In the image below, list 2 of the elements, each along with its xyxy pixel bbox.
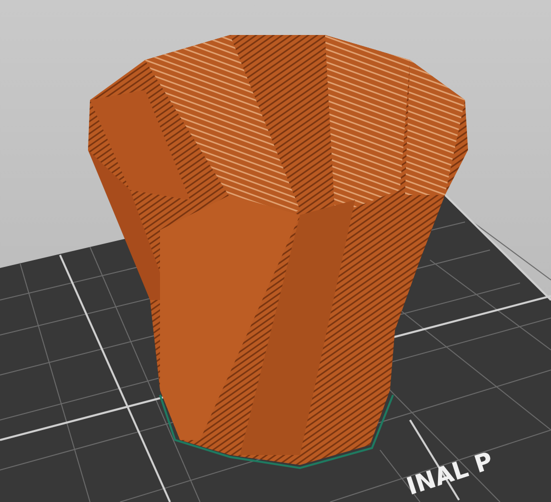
bed-label: INAL P bbox=[403, 446, 496, 501]
3d-viewport[interactable]: INAL P bbox=[0, 0, 551, 502]
